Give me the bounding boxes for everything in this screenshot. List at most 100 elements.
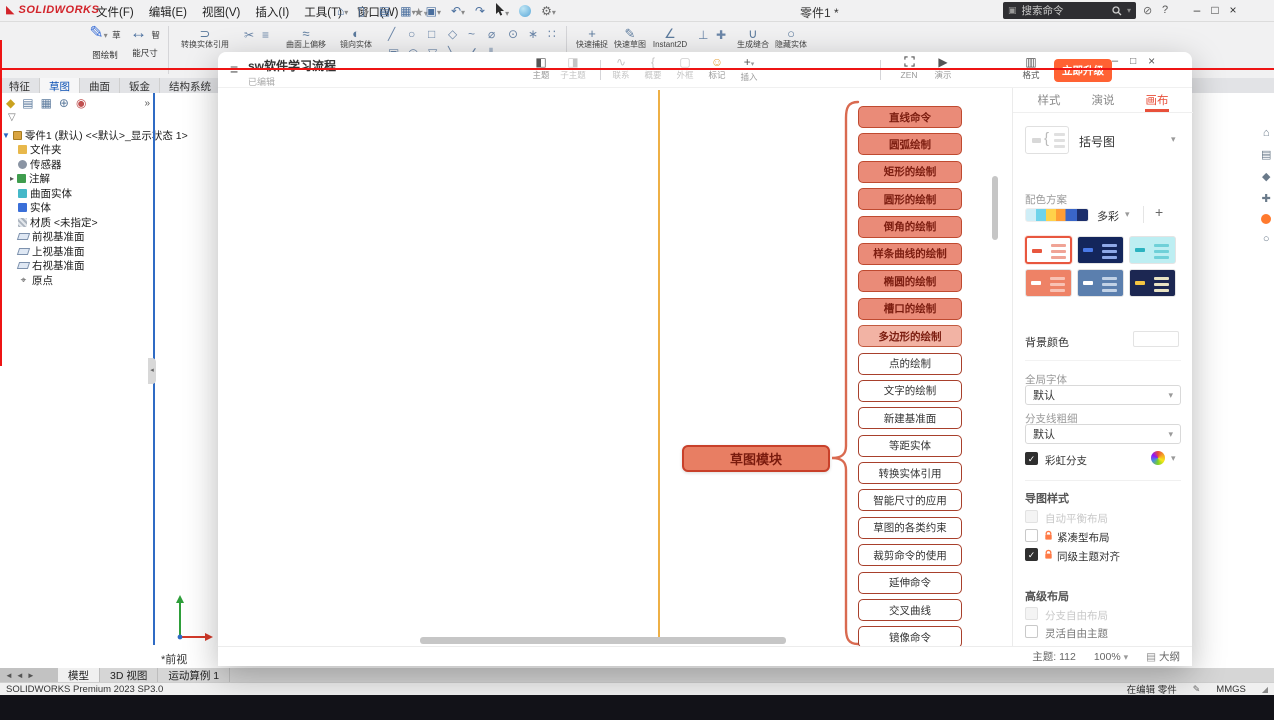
mindmap-node[interactable]: 裁剪命令的使用 <box>858 544 962 567</box>
offset-entities-icon[interactable]: ≡ <box>262 28 269 42</box>
branch-width-select[interactable]: 默认 ▾ <box>1025 424 1181 444</box>
panel-tab-canvas[interactable]: 画布 <box>1137 92 1177 108</box>
mirror-entities-button[interactable]: ◐ 镜向实体 <box>334 26 378 50</box>
global-font-select[interactable]: 默认 ▾ <box>1025 385 1181 405</box>
tree-item-solid-bodies[interactable]: 实体 <box>0 201 154 216</box>
mindmap-node[interactable]: 新建基准面 <box>858 407 962 430</box>
rainbow-color-wheel[interactable] <box>1151 451 1165 465</box>
expand-panel-chevron-icon[interactable]: » <box>144 98 150 109</box>
expand-arrow-icon[interactable]: ▸ <box>10 174 14 183</box>
select-cursor-icon[interactable]: ▾ <box>495 3 509 19</box>
maximize-button[interactable]: □ <box>1206 3 1224 17</box>
menu-view[interactable]: 视图(V) <box>202 4 240 20</box>
command-search-box[interactable]: ▣ 搜索命令 ▾ <box>1003 2 1136 19</box>
menu-insert[interactable]: 插入(I) <box>255 4 289 20</box>
tree-item-material[interactable]: 材质 <未指定> <box>0 215 154 230</box>
mindmap-node[interactable]: 等距实体 <box>858 434 962 457</box>
mindmap-node[interactable]: 草图的各类约束 <box>858 516 962 539</box>
minimize-button[interactable]: – <box>1112 55 1118 67</box>
mindmap-node[interactable]: 点的绘制 <box>858 352 962 375</box>
color-scheme-swatch-strip[interactable] <box>1025 208 1089 222</box>
options-gear-icon[interactable]: ⚙▾ <box>541 4 556 18</box>
panel-tab-style[interactable]: 样式 <box>1029 92 1069 108</box>
mindmap-node[interactable]: 倒角的绘制 <box>858 215 962 238</box>
canvas-vertical-scrollbar[interactable] <box>992 176 998 240</box>
smart-dimension-button[interactable]: ↔ 智能尺寸 <box>126 24 164 61</box>
open-icon[interactable]: ▤ <box>379 4 390 18</box>
upgrade-button[interactable]: 立即升级 <box>1054 59 1112 82</box>
point-tool-icon[interactable]: ⊙ <box>508 27 518 41</box>
theme-thumbnail-4[interactable] <box>1025 269 1072 297</box>
feature-tree-tab-icon[interactable]: ◆ <box>6 96 15 110</box>
mindmap-node[interactable]: 转换实体引用 <box>858 462 962 485</box>
theme-thumbnail-5[interactable] <box>1077 269 1124 297</box>
minimize-button[interactable]: – <box>1188 3 1206 17</box>
tree-root-item[interactable]: ▼ 零件1 (默认) <<默认>_显示状态 1> <box>0 128 188 143</box>
tree-item-sensors[interactable]: 传感器 <box>0 157 154 172</box>
task-pane-notify-icon[interactable] <box>1261 214 1272 224</box>
tab-sketch[interactable]: 草图 <box>40 78 80 93</box>
panel-tab-presentation[interactable]: 演说 <box>1083 92 1123 108</box>
structure-thumbnail[interactable]: { <box>1025 126 1069 154</box>
structure-dropdown-chevron-icon[interactable]: ▾ <box>1171 134 1176 145</box>
sketch-button[interactable]: ✎▾ 草图绘制 <box>86 24 124 63</box>
mindmap-node[interactable]: 样条曲线的绘制 <box>858 242 962 265</box>
theme-thumbnail-2[interactable] <box>1077 236 1124 264</box>
dimxpert-tab-icon[interactable]: ⊕ <box>59 96 69 110</box>
menu-edit[interactable]: 编辑(E) <box>149 4 187 20</box>
color-scheme-value[interactable]: 多彩 <box>1097 208 1119 224</box>
task-pane-addins-icon[interactable]: ✚ <box>1262 192 1271 205</box>
close-button[interactable]: × <box>1224 3 1242 17</box>
search-icon[interactable] <box>1112 5 1122 16</box>
home-icon[interactable]: ⌂▾ <box>337 4 348 18</box>
color-scheme-chevron-icon[interactable]: ▾ <box>1125 209 1130 220</box>
arc-tool-icon[interactable]: ⌀ <box>488 27 495 41</box>
mindmap-node[interactable]: 交叉曲线 <box>858 599 962 622</box>
tree-item-right-plane[interactable]: 右视基准面 <box>0 259 154 274</box>
task-pane-library-icon[interactable]: ▤ <box>1261 148 1271 161</box>
status-units[interactable]: MMGS <box>1216 684 1246 695</box>
expand-arrow-icon[interactable]: ▼ <box>2 131 10 140</box>
tree-item-origin[interactable]: ⌖ 原点 <box>0 273 154 288</box>
rainbow-branch-checkbox[interactable]: ✓ <box>1025 452 1038 465</box>
tab-3d-views[interactable]: 3D 视图 <box>100 668 159 682</box>
mindmap-node[interactable]: 文字的绘制 <box>858 379 962 402</box>
auto-balance-checkbox[interactable] <box>1025 510 1038 523</box>
compact-layout-checkbox[interactable] <box>1025 529 1038 542</box>
mindmap-node[interactable]: 椭圆的绘制 <box>858 270 962 293</box>
tree-item-front-plane[interactable]: 前视基准面 <box>0 230 154 245</box>
mindmap-node[interactable]: 圆形的绘制 <box>858 188 962 211</box>
rapid-sketch-button[interactable]: ✎ 快速草图 <box>610 26 650 50</box>
theme-thumbnail-6[interactable] <box>1129 269 1176 297</box>
circle-tool-icon[interactable]: ○ <box>408 27 415 41</box>
mindmap-node[interactable]: 槽口的绘制 <box>858 297 962 320</box>
print-icon[interactable]: ▣▾ <box>426 4 441 18</box>
menu-file[interactable]: 文件(F) <box>96 4 134 20</box>
line-tool-icon[interactable]: ╱ <box>388 27 395 41</box>
instant2d-button[interactable]: ∠ Instant2D <box>648 26 692 50</box>
trim-entities-icon[interactable]: ✂ <box>244 28 254 42</box>
tree-item-folder[interactable]: 文件夹 <box>0 143 154 158</box>
polygon-tool-icon[interactable]: ◇ <box>448 27 457 41</box>
mindmap-node[interactable]: 智能尺寸的应用 <box>858 489 962 512</box>
convert-entities-button[interactable]: ⊃ 转换实体引用 <box>176 26 234 50</box>
tab-structure-system[interactable]: 结构系统 <box>160 78 221 93</box>
display-manager-tab-icon[interactable]: ◉ <box>76 96 86 110</box>
new-document-icon[interactable]: ▯▾ <box>358 4 369 18</box>
task-pane-settings-icon[interactable]: ○ <box>1263 233 1270 245</box>
mindmap-node[interactable]: 直线命令 <box>858 106 962 128</box>
mindmap-node[interactable]: 延伸命令 <box>858 571 962 594</box>
free-branch-checkbox[interactable] <box>1025 607 1038 620</box>
hide-entities-button[interactable]: ○ 隐藏实体 <box>772 26 810 50</box>
panel-collapse-handle[interactable]: ◂ <box>148 358 156 384</box>
close-button[interactable]: × <box>1148 54 1155 68</box>
relations-icon[interactable]: ⊥ <box>698 28 708 42</box>
search-dropdown-icon[interactable]: ▾ <box>1127 6 1131 15</box>
tree-item-surface-bodies[interactable]: 曲面实体 <box>0 186 154 201</box>
tab-scroll-arrows[interactable]: ◄ ◄ ► <box>0 668 58 682</box>
task-pane-home-icon[interactable]: ⌂ <box>1263 127 1270 139</box>
flexible-topic-checkbox[interactable] <box>1025 625 1038 638</box>
offset-on-surface-button[interactable]: ≈ 曲面上偏移 <box>282 26 330 50</box>
rainbow-chevron-icon[interactable]: ▾ <box>1171 453 1176 464</box>
tab-surfaces[interactable]: 曲面 <box>80 78 120 93</box>
